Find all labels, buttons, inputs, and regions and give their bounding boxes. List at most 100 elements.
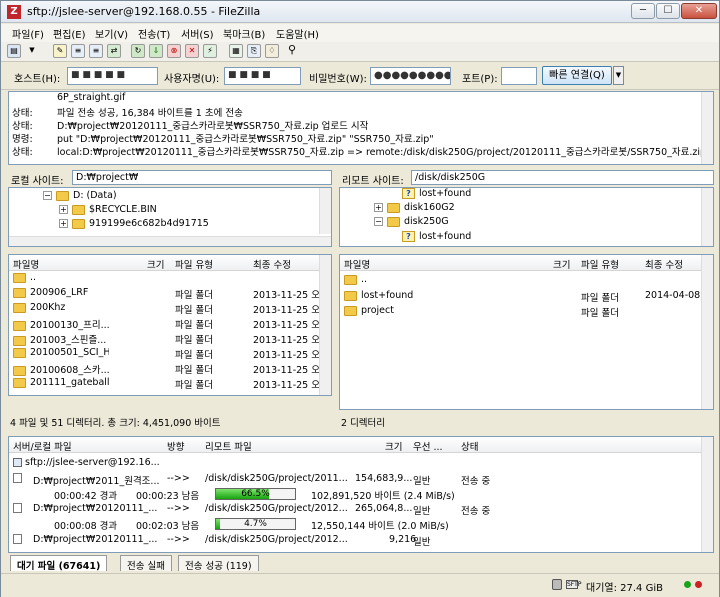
queue-server-row[interactable]: sftp://jslee-server@192.16... [9, 456, 709, 471]
menu-transfer[interactable]: 전송(T) [138, 26, 170, 41]
file-row[interactable]: 200906_LRF 파일 폴더 2013-11-25 오 [9, 286, 320, 301]
tree-item[interactable]: ? lost+found [402, 188, 471, 202]
file-row[interactable]: 20100130_프리... 파일 폴더 2013-11-25 오 [9, 316, 320, 331]
tab-failed-transfers[interactable]: 전송 실패 [120, 555, 172, 572]
column-size[interactable]: 크기 [385, 439, 402, 453]
collapse-icon[interactable]: − [374, 217, 383, 226]
queue-vscroll[interactable] [701, 437, 713, 552]
column-filename[interactable]: 파일명 [13, 257, 39, 271]
queue-item-progress: 00:00:42 경과 00:00:23 남음 66.5% 102,891,52… [54, 488, 455, 502]
site-manager-icon[interactable]: ▤ [7, 44, 21, 58]
tree-item[interactable]: + $RECYCLE.BIN [59, 204, 157, 218]
quickconnect-bar: 호스트(H): ■ ■ ■ ■ ■ 사용자명(U): ■ ■ ■ ■ 비밀번호(… [1, 62, 719, 90]
menu-help[interactable]: 도움말(H) [276, 26, 319, 41]
tree-item[interactable]: +919199e6c682b4d91715 [59, 218, 209, 232]
menu-server[interactable]: 서버(S) [181, 26, 214, 41]
menu-file[interactable]: 파일(F) [12, 26, 44, 41]
column-direction[interactable]: 방향 [167, 439, 184, 453]
progress-bar: 4.7% [215, 518, 296, 530]
tree-item[interactable]: − disk250G [374, 216, 449, 230]
password-input[interactable]: ●●●●●●●●● [370, 67, 451, 85]
port-input[interactable] [501, 67, 537, 85]
file-row[interactable]: 201111_gateball 파일 폴더 2013-11-25 오 [9, 376, 320, 391]
queue-item[interactable]: D:₩project₩2011_원격조... -->> /disk/disk25… [9, 472, 709, 487]
local-tree-hscroll[interactable] [9, 236, 331, 246]
close-button[interactable]: ✕ [681, 3, 717, 19]
local-list-header: 파일명 크기 파일 유형 최종 수정 [9, 255, 319, 271]
expand-icon[interactable]: + [59, 219, 68, 228]
remote-tree-vscroll[interactable] [701, 188, 713, 246]
tab-queued-files[interactable]: 대기 파일 (67641) [10, 555, 108, 572]
disconnect-icon[interactable]: ✕ [185, 44, 199, 58]
sftp-icon: SFTP [566, 580, 582, 589]
column-local-file[interactable]: 서버/로컬 파일 [13, 439, 72, 453]
remote-path-input[interactable]: /disk/disk250G [411, 170, 714, 185]
site-manager-dropdown-icon[interactable]: ▼ [25, 44, 39, 58]
file-row[interactable]: 200Khz 파일 폴더 2013-11-25 오 [9, 301, 320, 316]
file-icon [13, 473, 22, 483]
maximize-button[interactable]: ☐ [656, 3, 680, 19]
toggle-queue-icon[interactable]: ⇄ [107, 44, 121, 58]
file-row[interactable]: project 파일 폴더 [340, 304, 701, 319]
tree-item[interactable]: ? lost+found [402, 231, 471, 245]
local-tree-vscroll[interactable] [319, 188, 331, 234]
refresh-icon[interactable]: ↻ [131, 44, 145, 58]
file-row[interactable]: .. [340, 273, 701, 288]
folder-icon [13, 335, 26, 346]
column-status[interactable]: 상태 [461, 439, 478, 453]
reconnect-icon[interactable]: ⚡ [203, 44, 217, 58]
folder-icon [344, 305, 357, 316]
tree-item[interactable]: + disk160G2 [374, 202, 455, 216]
column-filesize[interactable]: 크기 [553, 257, 570, 271]
username-label: 사용자명(U): [164, 74, 220, 85]
column-modified[interactable]: 최종 수정 [253, 257, 291, 271]
sync-browsing-icon[interactable]: ⎘ [247, 44, 261, 58]
file-row[interactable]: 201003_스핀즐... 파일 폴더 2013-11-25 오 [9, 331, 320, 346]
column-filename[interactable]: 파일명 [344, 257, 370, 271]
username-input[interactable]: ■ ■ ■ ■ [224, 67, 301, 85]
menu-edit[interactable]: 편집(E) [53, 26, 86, 41]
column-filetype[interactable]: 파일 유형 [175, 257, 213, 271]
file-row[interactable]: 20100501_SCI_H 파일 폴더 2013-11-25 오 [9, 346, 320, 361]
progress-label: 4.7% [244, 519, 267, 529]
folder-icon [13, 377, 26, 388]
quickconnect-dropdown-icon[interactable]: ▼ [613, 66, 624, 85]
file-row[interactable]: lost+found 파일 폴더 2014-04-08 [340, 289, 701, 304]
local-path-input[interactable]: D:₩project₩ [72, 170, 332, 185]
folder-icon [72, 218, 85, 229]
column-priority[interactable]: 우선 ... [413, 439, 443, 453]
compare-directories-icon[interactable]: ▦ [229, 44, 243, 58]
file-icon [13, 503, 22, 513]
host-input[interactable]: ■ ■ ■ ■ ■ [67, 67, 158, 85]
expand-icon[interactable]: + [59, 205, 68, 214]
column-filesize[interactable]: 크기 [147, 257, 164, 271]
log-scrollbar[interactable] [701, 92, 713, 164]
minimize-button[interactable]: ─ [631, 3, 655, 19]
tab-successful-transfers[interactable]: 전송 성공 (119) [178, 555, 259, 572]
column-filetype[interactable]: 파일 유형 [581, 257, 619, 271]
queue-item[interactable]: D:₩project₩20120111_... -->> /disk/disk2… [9, 502, 709, 517]
file-icon [13, 534, 22, 544]
process-queue-icon[interactable]: ⇓ [149, 44, 163, 58]
remote-list-vscroll[interactable] [701, 255, 713, 409]
menu-bookmarks[interactable]: 북마크(B) [223, 26, 265, 41]
toggle-local-tree-icon[interactable]: ≡ [71, 44, 85, 58]
tree-item[interactable]: − D: (Data) [43, 190, 117, 204]
expand-icon[interactable]: + [374, 203, 383, 212]
local-list-vscroll[interactable] [319, 255, 331, 395]
cancel-operation-icon[interactable]: ⊗ [167, 44, 181, 58]
queue-item[interactable]: D:₩project₩20120111_... -->> /disk/disk2… [9, 533, 709, 548]
file-row[interactable]: 20100608_스카... 파일 폴더 2013-11-25 오 [9, 361, 320, 376]
toggle-log-icon[interactable]: ✎ [53, 44, 67, 58]
transfer-indicator-green-icon [684, 581, 691, 588]
menu-view[interactable]: 보기(V) [95, 26, 128, 41]
filter-icon[interactable]: ♢ [265, 44, 279, 58]
column-modified[interactable]: 최종 수정 [645, 257, 683, 271]
collapse-icon[interactable]: − [43, 191, 52, 200]
search-binoculars-icon[interactable]: ⚲ [285, 44, 299, 58]
file-row[interactable]: .. [9, 271, 319, 286]
column-remote-file[interactable]: 리모트 파일 [205, 439, 252, 453]
queue-size-label: 대기열: 27.4 GiB [586, 583, 663, 594]
quickconnect-button[interactable]: 빠른 연결(Q) [542, 66, 612, 85]
toggle-remote-tree-icon[interactable]: ≡ [89, 44, 103, 58]
